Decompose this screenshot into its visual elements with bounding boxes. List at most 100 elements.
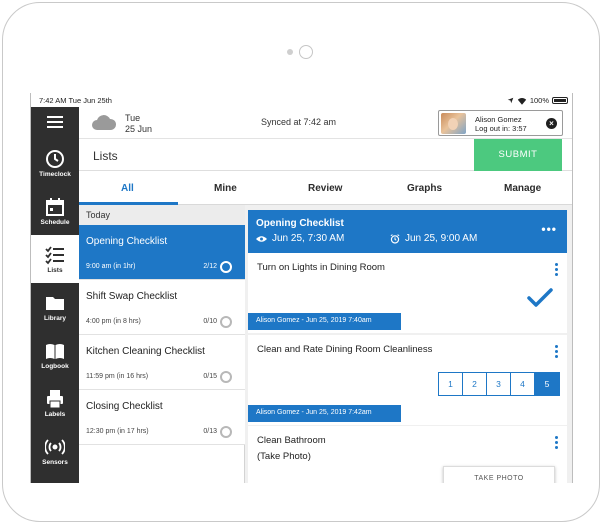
checkmark-icon[interactable] (527, 288, 553, 308)
completion-tag: Alison Gomez - Jun 25, 2019 7:40am (248, 313, 401, 330)
tab-bar: All Mine Review Graphs Manage (79, 171, 572, 205)
sidebar-item-label: Library (43, 315, 67, 322)
list-item[interactable]: Closing Checklist 12:30 pm (in 17 hrs) 0… (79, 390, 245, 445)
task-title: Turn on Lights in Dining Room (257, 262, 385, 273)
tab-graphs[interactable]: Graphs (407, 183, 442, 194)
list-item[interactable]: Shift Swap Checklist 4:00 pm (in 8 hrs) … (79, 280, 245, 335)
tab-mine[interactable]: Mine (214, 183, 237, 194)
sidebar-item-label: Timeclock (39, 171, 71, 178)
list-item-time: 11:59 pm (in 16 hrs) (86, 373, 149, 380)
list-item[interactable]: Kitchen Cleaning Checklist 11:59 pm (in … (79, 335, 245, 390)
task-menu-icon[interactable] (555, 436, 558, 451)
sidebar: Timeclock Schedule Lists Library Logbook… (31, 107, 79, 483)
user-session[interactable]: Alison Gomez Log out in: 3:57 × (438, 110, 563, 136)
clock-icon (46, 150, 64, 168)
checklist-list: Today Opening Checklist 9:00 am (in 1hr)… (79, 205, 245, 483)
location-icon (507, 97, 514, 104)
task-subtitle: (Take Photo) (257, 451, 311, 462)
task-menu-icon[interactable] (555, 345, 558, 360)
close-icon[interactable]: × (546, 118, 557, 129)
sidebar-item-logbook[interactable]: Logbook (31, 331, 79, 379)
task-title: Clean and Rate Dining Room Cleanliness (257, 344, 433, 355)
list-item-title: Closing Checklist (86, 401, 163, 412)
list-item-count: 0/10 (203, 318, 217, 325)
user-name: Alison Gomez (475, 115, 522, 124)
progress-ring-icon (220, 426, 232, 438)
sensor-icon (45, 439, 65, 455)
sidebar-item-library[interactable]: Library (31, 283, 79, 331)
rating-option[interactable]: 1 (439, 373, 463, 395)
hamburger-line (47, 126, 63, 128)
list-item-count: 2/12 (203, 263, 217, 270)
tab-review[interactable]: Review (308, 183, 342, 194)
progress-ring-icon (220, 371, 232, 383)
camera-lens (299, 45, 313, 59)
list-item-title: Shift Swap Checklist (86, 291, 178, 302)
list-item-time: 12:30 pm (in 17 hrs) (86, 428, 149, 435)
list-item-count: 0/13 (203, 428, 217, 435)
submit-button[interactable]: SUBMIT (474, 139, 562, 171)
list-item-time: 9:00 am (in 1hr) (86, 263, 136, 270)
list-item-title: Opening Checklist (86, 236, 168, 247)
menu-button[interactable] (31, 107, 79, 139)
calendar-icon (46, 198, 64, 216)
take-photo-button[interactable]: TAKE PHOTO (443, 466, 555, 483)
sidebar-item-timeclock[interactable]: Timeclock (31, 139, 79, 187)
avatar (441, 113, 466, 134)
sidebar-item-schedule[interactable]: Schedule (31, 187, 79, 235)
sidebar-item-label: Labels (44, 411, 66, 418)
due-time: Jun 25, 9:00 AM (390, 233, 477, 244)
rating-selector[interactable]: 1 2 3 4 5 (438, 372, 560, 396)
folder-icon (46, 297, 64, 310)
logout-timer: Log out in: 3:57 (475, 124, 527, 133)
task-item: Turn on Lights in Dining Room Alison Gom… (248, 253, 567, 333)
tab-all[interactable]: All (121, 183, 134, 194)
status-time: 7:42 AM Tue Jun 25th (39, 96, 112, 105)
top-bar: Tue 25 Jun Synced at 7:42 am Alison Gome… (79, 107, 572, 139)
sidebar-item-label: Sensors (42, 459, 68, 466)
list-item-title: Kitchen Cleaning Checklist (86, 346, 205, 357)
printer-icon (47, 390, 63, 409)
alarm-clock-icon (390, 233, 400, 244)
title-bar: Lists SUBMIT (79, 139, 572, 171)
progress-ring-icon (220, 261, 232, 273)
weather-date: 25 Jun (125, 124, 153, 134)
battery-icon (552, 97, 568, 104)
hamburger-line (47, 121, 63, 123)
battery-percent: 100% (529, 96, 549, 105)
sidebar-item-lists[interactable]: Lists (31, 235, 79, 283)
task-title: Clean Bathroom (257, 435, 326, 446)
completion-tag: Alison Gomez - Jun 25, 2019 7:42am (248, 405, 401, 422)
checklist-detail: Opening Checklist Jun 25, 7:30 AM Jun 25… (248, 210, 567, 483)
weather-day: Tue (125, 113, 141, 123)
section-header: Today (79, 205, 245, 225)
detail-title: Opening Checklist (256, 218, 344, 229)
due-time-text: Jun 25, 9:00 AM (405, 233, 478, 244)
book-icon (46, 344, 64, 359)
list-item-time: 4:00 pm (in 8 hrs) (86, 318, 141, 325)
task-menu-icon[interactable] (555, 263, 558, 278)
eye-icon (256, 235, 267, 242)
list-item[interactable]: Opening Checklist 9:00 am (in 1hr) 2/12 (79, 225, 245, 280)
rating-option[interactable]: 2 (463, 373, 487, 395)
sidebar-item-sensors[interactable]: Sensors (31, 427, 79, 475)
status-bar: 7:42 AM Tue Jun 25th 100% (31, 93, 572, 107)
page-title: Lists (93, 149, 118, 163)
tab-manage[interactable]: Manage (504, 183, 541, 194)
sidebar-item-label: Schedule (40, 219, 70, 226)
sidebar-item-labels[interactable]: Labels (31, 379, 79, 427)
rating-option[interactable]: 4 (511, 373, 535, 395)
cloud-icon (92, 115, 117, 130)
start-time: Jun 25, 7:30 AM (256, 233, 344, 244)
progress-ring-icon (220, 316, 232, 328)
camera-dot (287, 49, 293, 55)
rating-option[interactable]: 3 (487, 373, 511, 395)
sync-status: Synced at 7:42 am (261, 117, 337, 127)
list-item-count: 0/15 (203, 373, 217, 380)
start-time-text: Jun 25, 7:30 AM (272, 233, 345, 244)
more-options-icon[interactable]: ••• (541, 222, 557, 236)
wifi-icon (517, 97, 526, 105)
sidebar-item-label: Logbook (41, 363, 69, 370)
sidebar-item-label: Lists (47, 267, 63, 274)
rating-option-selected[interactable]: 5 (535, 373, 559, 395)
